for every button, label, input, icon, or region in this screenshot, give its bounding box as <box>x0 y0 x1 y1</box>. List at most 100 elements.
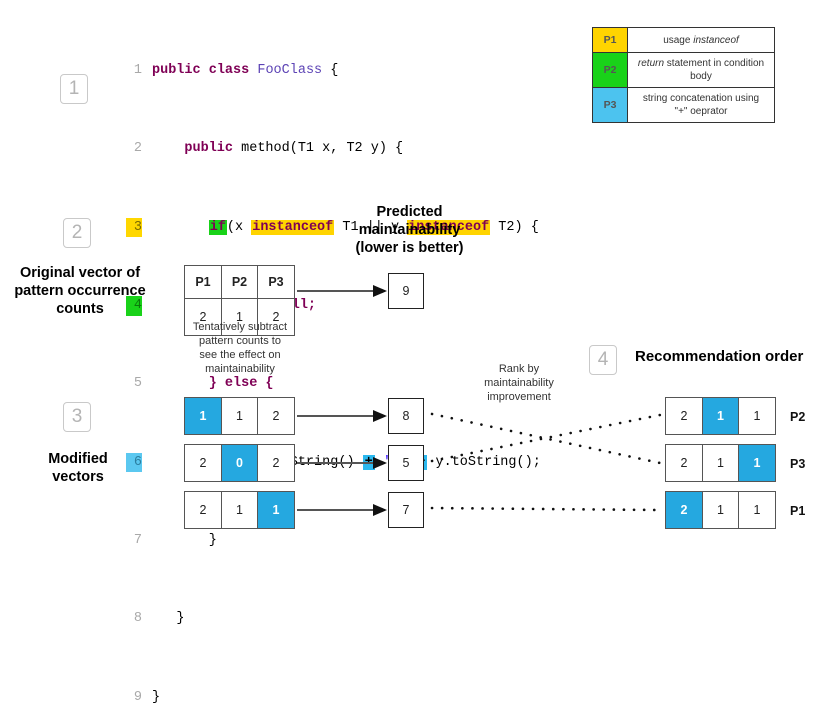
recommendation-row-1-cells: 2 1 1 <box>665 397 776 435</box>
code-line-1: 1 public class FooClass { <box>126 61 541 81</box>
modified-r1-c3: 2 <box>257 397 295 435</box>
step-badge-3: 3 <box>63 402 91 432</box>
modified-vector-row-1: 1 1 2 <box>184 397 295 435</box>
original-prediction-value: 9 <box>402 284 410 298</box>
code-line-1-text: public class FooClass { <box>152 61 338 81</box>
line-number-5: 5 <box>133 376 142 392</box>
legend-row-p1: P1 usage instanceof <box>592 27 775 53</box>
modified-prediction-box-1: 8 <box>388 398 424 434</box>
if-tail: T2) { <box>490 219 539 235</box>
step-badge-1-label: 1 <box>68 78 80 99</box>
brace-close-1: } <box>208 533 217 549</box>
original-vector-label: Original vector of pattern occurrence co… <box>14 265 146 317</box>
recommendation-row-2-cells: 2 1 1 <box>665 444 776 482</box>
modified-vector-row-2-cells: 2 0 2 <box>184 444 295 482</box>
recommendation-r2-c1: 2 <box>665 444 703 482</box>
modified-r1-c1: 1 <box>184 397 222 435</box>
step-badge-4-label: 4 <box>597 349 609 370</box>
method-signature: method(T1 x, T2 y) { <box>241 141 404 157</box>
op-plus-1-highlighted: + <box>362 454 375 470</box>
recommendation-r2-c2: 1 <box>701 444 740 482</box>
modified-vector-row-2: 2 0 2 <box>184 444 295 482</box>
predicted-maintainability-label: Predicted maintainability (lower is bett… <box>355 204 464 256</box>
modified-r2-c2: 0 <box>220 444 259 482</box>
line-number-2: 2 <box>133 141 142 157</box>
code-line-8: 8 } <box>126 609 541 629</box>
recommendation-row-3-cells: 2 1 1 <box>665 491 776 529</box>
line-number-9: 9 <box>133 689 142 705</box>
modified-vector-row-3-cells: 2 1 1 <box>184 491 295 529</box>
code-line-2: 2 public method(T1 x, T2 y) { <box>126 139 541 159</box>
legend-row-p3: P3 string concatenation using "+" oeprat… <box>592 87 775 123</box>
modified-prediction-box-2: 5 <box>388 445 424 481</box>
original-header-p3: P3 <box>257 265 295 299</box>
legend-desc-p2-post: statement in condition body <box>664 58 765 82</box>
recommendation-r1-c1: 2 <box>665 397 703 435</box>
indent-2 <box>152 141 184 156</box>
step-badge-2-label: 2 <box>71 222 83 243</box>
recommendation-r1-c3: 1 <box>738 397 776 435</box>
brace-close-3: } <box>152 689 161 705</box>
recommendation-r3-c2: 1 <box>701 491 740 529</box>
kw-if-highlighted: if <box>208 219 227 235</box>
line-number-3: 3 <box>126 217 142 238</box>
recommendation-r1-c2: 1 <box>701 397 740 435</box>
rank-by-improvement-caption: Rank by maintainability improvement <box>484 363 554 403</box>
modified-prediction-value-1: 8 <box>402 409 410 423</box>
brace-close-2: } <box>176 611 185 627</box>
legend-desc-p2-italic: return <box>637 58 665 69</box>
kw-class: class <box>208 62 250 78</box>
legend-desc-p3: string concatenation using "+" oeprator <box>627 87 775 123</box>
recommendation-r3-c1: 2 <box>665 491 703 529</box>
original-prediction-box: 9 <box>388 273 424 309</box>
recommendation-label-1: P2 <box>790 410 806 424</box>
legend-desc-p1-italic: instanceof <box>693 34 739 46</box>
recommendation-row-3: 2 1 1 <box>665 491 776 529</box>
tentatively-subtract-caption: Tentatively subtract pattern counts to s… <box>192 321 288 375</box>
original-vector-header-row: P1 P2 P3 <box>184 265 295 299</box>
modified-vector-row-3: 2 1 1 <box>184 491 295 529</box>
if-paren: (x <box>226 219 252 235</box>
modified-prediction-value-3: 7 <box>402 503 410 517</box>
indent-5 <box>152 376 209 391</box>
legend-key-p1: P1 <box>592 27 628 53</box>
modified-vectors-label: Modified vectors <box>48 451 108 485</box>
pattern-legend: P1 usage instanceof P2 return statement … <box>592 27 775 123</box>
step-badge-3-label: 3 <box>71 406 83 427</box>
recommendation-label-2: P3 <box>790 457 806 471</box>
code-line-5-text: } else { <box>152 374 274 394</box>
code-line-7-text: } <box>152 531 217 551</box>
indent-7 <box>152 533 209 548</box>
modified-r2-c1: 2 <box>184 444 222 482</box>
recommendation-row-2: 2 1 1 <box>665 444 776 482</box>
line-number-8: 8 <box>133 611 142 627</box>
step-badge-1: 1 <box>60 74 88 104</box>
indent-8 <box>152 611 176 626</box>
legend-row-p2: P2 return statement in condition body <box>592 52 775 88</box>
brace-open-1: { <box>330 62 339 78</box>
legend-desc-p2: return statement in condition body <box>627 52 775 88</box>
line-number-7: 7 <box>133 533 142 549</box>
recommendation-r2-c3: 1 <box>738 444 776 482</box>
sp1 <box>201 63 209 78</box>
modified-r2-c3: 2 <box>257 444 295 482</box>
code-line-2-text: public method(T1 x, T2 y) { <box>152 139 403 159</box>
code-line-9: 9 } <box>126 688 541 708</box>
modified-r3-c2: 1 <box>220 491 259 529</box>
line-number-1: 1 <box>133 62 142 78</box>
legend-desc-p3-pre: string concatenation using "+" oeprator <box>642 93 760 117</box>
modified-prediction-value-2: 5 <box>402 456 410 470</box>
modified-vector-row-1-cells: 1 1 2 <box>184 397 295 435</box>
code-line-8-text: } <box>152 609 184 629</box>
code-line-9-text: } <box>152 688 160 708</box>
legend-key-p3: P3 <box>592 87 628 123</box>
original-header-p2: P2 <box>220 265 259 299</box>
modified-r3-c3: 1 <box>257 491 295 529</box>
type-fooclass: FooClass <box>257 62 323 78</box>
recommendation-label-3: P1 <box>790 504 806 518</box>
code-line-7: 7 } <box>126 531 541 551</box>
kw-public: public <box>152 62 201 78</box>
legend-key-p2: P2 <box>592 52 628 88</box>
y-tostring: y.toString(); <box>427 454 541 470</box>
recommendation-order-title: Recommendation order <box>635 348 804 365</box>
